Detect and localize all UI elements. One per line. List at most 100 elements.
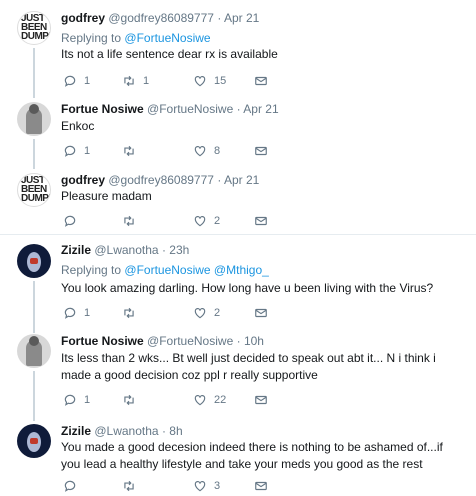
display-name[interactable]: Fortue Nosiwe bbox=[61, 334, 144, 348]
mention-link[interactable]: @FortueNosiwe bbox=[124, 31, 210, 45]
handle[interactable]: @Lwanotha bbox=[94, 424, 158, 438]
tweet[interactable]: Zizile @Lwanotha · 8h You made a good de… bbox=[0, 416, 476, 496]
reply-icon bbox=[64, 480, 76, 492]
reply-button[interactable]: 1 bbox=[63, 73, 90, 89]
reply-count: 1 bbox=[84, 145, 91, 157]
like-button[interactable]: 22 bbox=[193, 392, 226, 408]
replying-prefix: Replying to bbox=[61, 31, 122, 45]
envelope-icon bbox=[255, 76, 267, 86]
avatar[interactable] bbox=[17, 102, 51, 136]
avatar-head bbox=[29, 104, 39, 114]
reply-icon bbox=[64, 394, 76, 406]
display-name[interactable]: godfrey bbox=[61, 173, 105, 187]
heart-icon bbox=[194, 481, 206, 492]
timestamp[interactable]: Apr 21 bbox=[224, 11, 259, 25]
replying-to: Replying to @FortueNosiwe @Mthigo_ bbox=[61, 263, 269, 277]
display-name[interactable]: godfrey bbox=[61, 11, 105, 25]
like-button[interactable]: 15 bbox=[193, 73, 226, 89]
heart-icon bbox=[194, 76, 206, 87]
like-button[interactable]: 2 bbox=[193, 305, 220, 321]
retweet-button[interactable]: 1 bbox=[122, 73, 149, 89]
tweet[interactable]: Zizile @Lwanotha · 23h Replying to @Fort… bbox=[0, 235, 476, 333]
avatar-ribbon bbox=[30, 438, 38, 444]
tweet-text: You look amazing darling. How long have … bbox=[61, 281, 434, 295]
reply-icon bbox=[64, 307, 76, 319]
separator-dot: · bbox=[161, 243, 166, 257]
tweet[interactable]: JUST BEEN DUMPE godfrey @godfrey86089777… bbox=[0, 0, 476, 98]
display-name[interactable]: Fortue Nosiwe bbox=[61, 102, 144, 116]
retweet-icon bbox=[124, 394, 134, 406]
avatar[interactable]: JUST BEEN DUMPE bbox=[17, 173, 51, 207]
direct-message-button[interactable] bbox=[254, 73, 268, 89]
avatar-logo-text: JUST BEEN DUMPE bbox=[21, 175, 50, 204]
tweet-header: godfrey @godfrey86089777 · Apr 21 bbox=[61, 173, 259, 187]
envelope-icon bbox=[255, 481, 267, 491]
envelope-icon bbox=[255, 308, 267, 318]
handle[interactable]: @godfrey86089777 bbox=[108, 11, 214, 25]
retweet-icon bbox=[124, 215, 134, 227]
avatar[interactable] bbox=[17, 244, 51, 278]
reply-icon bbox=[64, 215, 76, 227]
retweet-button[interactable] bbox=[122, 478, 143, 494]
direct-message-button[interactable] bbox=[254, 392, 268, 408]
thread-line bbox=[33, 281, 35, 333]
separator-dot: · bbox=[236, 334, 241, 348]
heart-icon bbox=[194, 395, 206, 406]
mention-link[interactable]: @FortueNosiwe @Mthigo_ bbox=[124, 263, 268, 277]
reply-button[interactable]: 1 bbox=[63, 143, 90, 159]
reply-icon bbox=[64, 145, 76, 157]
thread-line bbox=[33, 371, 35, 421]
avatar-head bbox=[29, 336, 39, 346]
like-count: 2 bbox=[214, 307, 221, 319]
direct-message-button[interactable] bbox=[254, 143, 268, 159]
tweet[interactable]: JUST BEEN DUMPE godfrey @godfrey86089777… bbox=[0, 166, 476, 233]
avatar[interactable] bbox=[17, 334, 51, 368]
handle[interactable]: @godfrey86089777 bbox=[108, 173, 214, 187]
timestamp[interactable]: 23h bbox=[169, 243, 189, 257]
direct-message-button[interactable] bbox=[254, 478, 268, 494]
like-count: 15 bbox=[214, 75, 227, 87]
reply-button[interactable] bbox=[63, 478, 84, 494]
direct-message-button[interactable] bbox=[254, 305, 268, 321]
timestamp[interactable]: 8h bbox=[169, 424, 182, 438]
retweet-count: 1 bbox=[143, 75, 150, 87]
retweet-icon bbox=[124, 145, 134, 157]
tweet[interactable]: Fortue Nosiwe @FortueNosiwe · 10h Its le… bbox=[0, 327, 476, 421]
envelope-icon bbox=[255, 216, 267, 226]
thread-line bbox=[33, 139, 35, 169]
separator-dot: · bbox=[236, 102, 241, 116]
handle[interactable]: @FortueNosiwe bbox=[147, 334, 233, 348]
reply-button[interactable]: 1 bbox=[63, 392, 90, 408]
timestamp[interactable]: 10h bbox=[244, 334, 264, 348]
like-count: 8 bbox=[214, 145, 221, 157]
retweet-icon bbox=[124, 75, 134, 87]
direct-message-button[interactable] bbox=[254, 213, 268, 229]
heart-icon bbox=[194, 308, 206, 319]
tweet[interactable]: Fortue Nosiwe @FortueNosiwe · Apr 21 Enk… bbox=[0, 96, 476, 169]
retweet-button[interactable] bbox=[122, 305, 143, 321]
retweet-button[interactable] bbox=[122, 143, 143, 159]
envelope-icon bbox=[255, 146, 267, 156]
timestamp[interactable]: Apr 21 bbox=[224, 173, 259, 187]
handle[interactable]: @FortueNosiwe bbox=[147, 102, 233, 116]
display-name[interactable]: Zizile bbox=[61, 243, 91, 257]
like-button[interactable]: 8 bbox=[193, 143, 220, 159]
like-button[interactable]: 3 bbox=[193, 478, 220, 494]
reply-button[interactable]: 1 bbox=[63, 305, 90, 321]
reply-button[interactable] bbox=[63, 213, 84, 229]
handle[interactable]: @Lwanotha bbox=[94, 243, 158, 257]
retweet-button[interactable] bbox=[122, 213, 143, 229]
replying-to: Replying to @FortueNosiwe bbox=[61, 31, 211, 45]
display-name[interactable]: Zizile bbox=[61, 424, 91, 438]
retweet-icon bbox=[124, 307, 134, 319]
avatar-logo-text: JUST BEEN DUMPE bbox=[21, 13, 50, 42]
retweet-button[interactable] bbox=[122, 392, 143, 408]
like-button[interactable]: 2 bbox=[193, 213, 220, 229]
like-count: 22 bbox=[214, 394, 227, 406]
avatar[interactable]: JUST BEEN DUMPE bbox=[17, 11, 51, 45]
timestamp[interactable]: Apr 21 bbox=[243, 102, 278, 116]
tweet-header: Fortue Nosiwe @FortueNosiwe · Apr 21 bbox=[61, 102, 279, 116]
tweet-text: Enkoc bbox=[61, 119, 95, 133]
like-count: 2 bbox=[214, 215, 221, 227]
avatar[interactable] bbox=[17, 424, 51, 458]
